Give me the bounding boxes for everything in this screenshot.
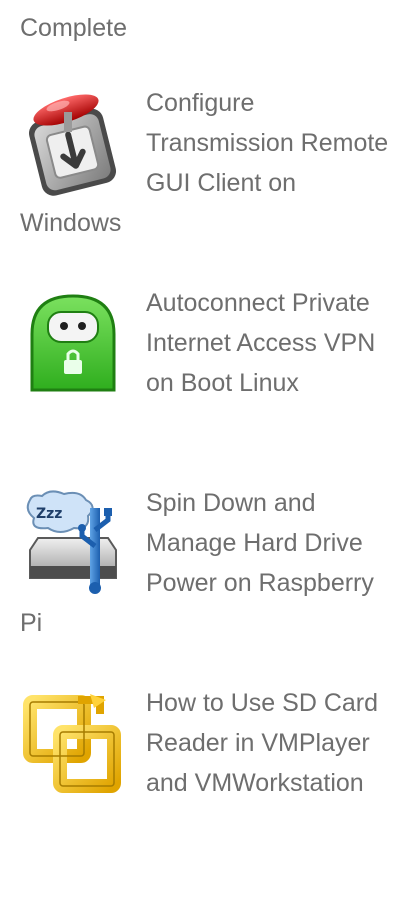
related-post-link[interactable]: Autoconnect Private Internet Access VPN … (20, 283, 390, 403)
transmission-icon[interactable] (20, 90, 126, 196)
related-post-item: Autoconnect Private Internet Access VPN … (20, 283, 390, 403)
previous-post-title-tail[interactable]: Complete (20, 8, 127, 48)
related-post-title[interactable]: How to Use SD Card Reader in VMPlayer an… (146, 689, 378, 797)
vpn-robot-icon[interactable] (20, 290, 126, 396)
related-post-item: Zzz Spin Down and Manage Hard Drive Powe… (20, 483, 390, 643)
svg-text:Zzz: Zzz (36, 506, 62, 522)
related-post-link[interactable]: Configure Transmission Remote GUI Client… (20, 83, 390, 243)
related-post-item: How to Use SD Card Reader in VMPlayer an… (20, 683, 390, 803)
hard-drive-sleep-icon[interactable]: Zzz (20, 490, 126, 596)
related-post-link[interactable]: Zzz Spin Down and Manage Hard Drive Powe… (20, 483, 390, 643)
related-post-item: Configure Transmission Remote GUI Client… (20, 83, 390, 243)
vmware-icon[interactable] (20, 690, 126, 796)
related-post-link[interactable]: How to Use SD Card Reader in VMPlayer an… (20, 683, 390, 803)
related-post-title[interactable]: Autoconnect Private Internet Access VPN … (146, 289, 375, 397)
